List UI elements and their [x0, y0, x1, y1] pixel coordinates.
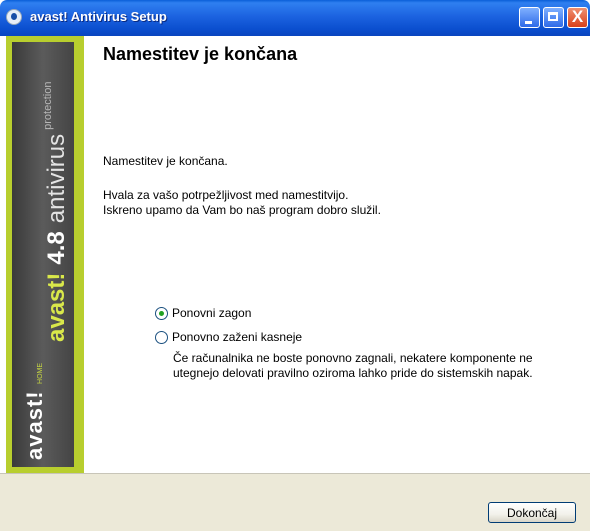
logo-edition: HOME	[37, 362, 44, 384]
close-button[interactable]: X	[567, 7, 588, 28]
wish-text: Iskreno upamo da Vam bo naš program dobr…	[103, 203, 381, 217]
maximize-button[interactable]	[543, 7, 564, 28]
restart-later-label[interactable]: Ponovno zaženi kasneje	[172, 330, 302, 344]
side-banner: avast! 4.8 antivirus protection avast! H…	[6, 36, 84, 473]
finish-button[interactable]: Dokončaj	[488, 502, 576, 523]
avast-logo: avast! HOME	[22, 363, 48, 460]
thanks-text: Hvala za vašo potrpežljivost med namesti…	[103, 188, 349, 202]
warning-note-line2: utegnejo delovati pravilno oziroma lahko…	[173, 366, 533, 380]
restart-later-option[interactable]: Ponovno zaženi kasneje	[155, 330, 302, 344]
banner-version: 4.8	[43, 231, 70, 265]
avast-app-icon[interactable]	[6, 9, 22, 25]
status-text: Namestitev je končana.	[103, 154, 228, 168]
banner-product-text: avast! 4.8 antivirus protection	[42, 81, 71, 342]
restart-later-radio[interactable]	[155, 330, 168, 344]
logo-text: avast!	[22, 390, 47, 460]
warning-note-line1: Če računalnika ne boste ponovno zagnali,…	[173, 351, 533, 365]
restart-now-option[interactable]: Ponovni zagon	[155, 306, 251, 320]
banner-product: antivirus	[43, 133, 70, 224]
title-bar[interactable]: avast! Antivirus Setup X	[0, 0, 590, 36]
window-title: avast! Antivirus Setup	[30, 9, 167, 24]
restart-now-label[interactable]: Ponovni zagon	[172, 306, 251, 320]
restart-now-radio[interactable]	[155, 306, 168, 320]
banner-tagline: protection	[42, 81, 54, 130]
close-icon: X	[571, 7, 584, 26]
minimize-button[interactable]	[519, 7, 540, 28]
banner-brand: avast!	[43, 272, 70, 342]
banner-panel: avast! 4.8 antivirus protection avast! H…	[12, 42, 74, 467]
page-title: Namestitev je končana	[103, 44, 298, 64]
